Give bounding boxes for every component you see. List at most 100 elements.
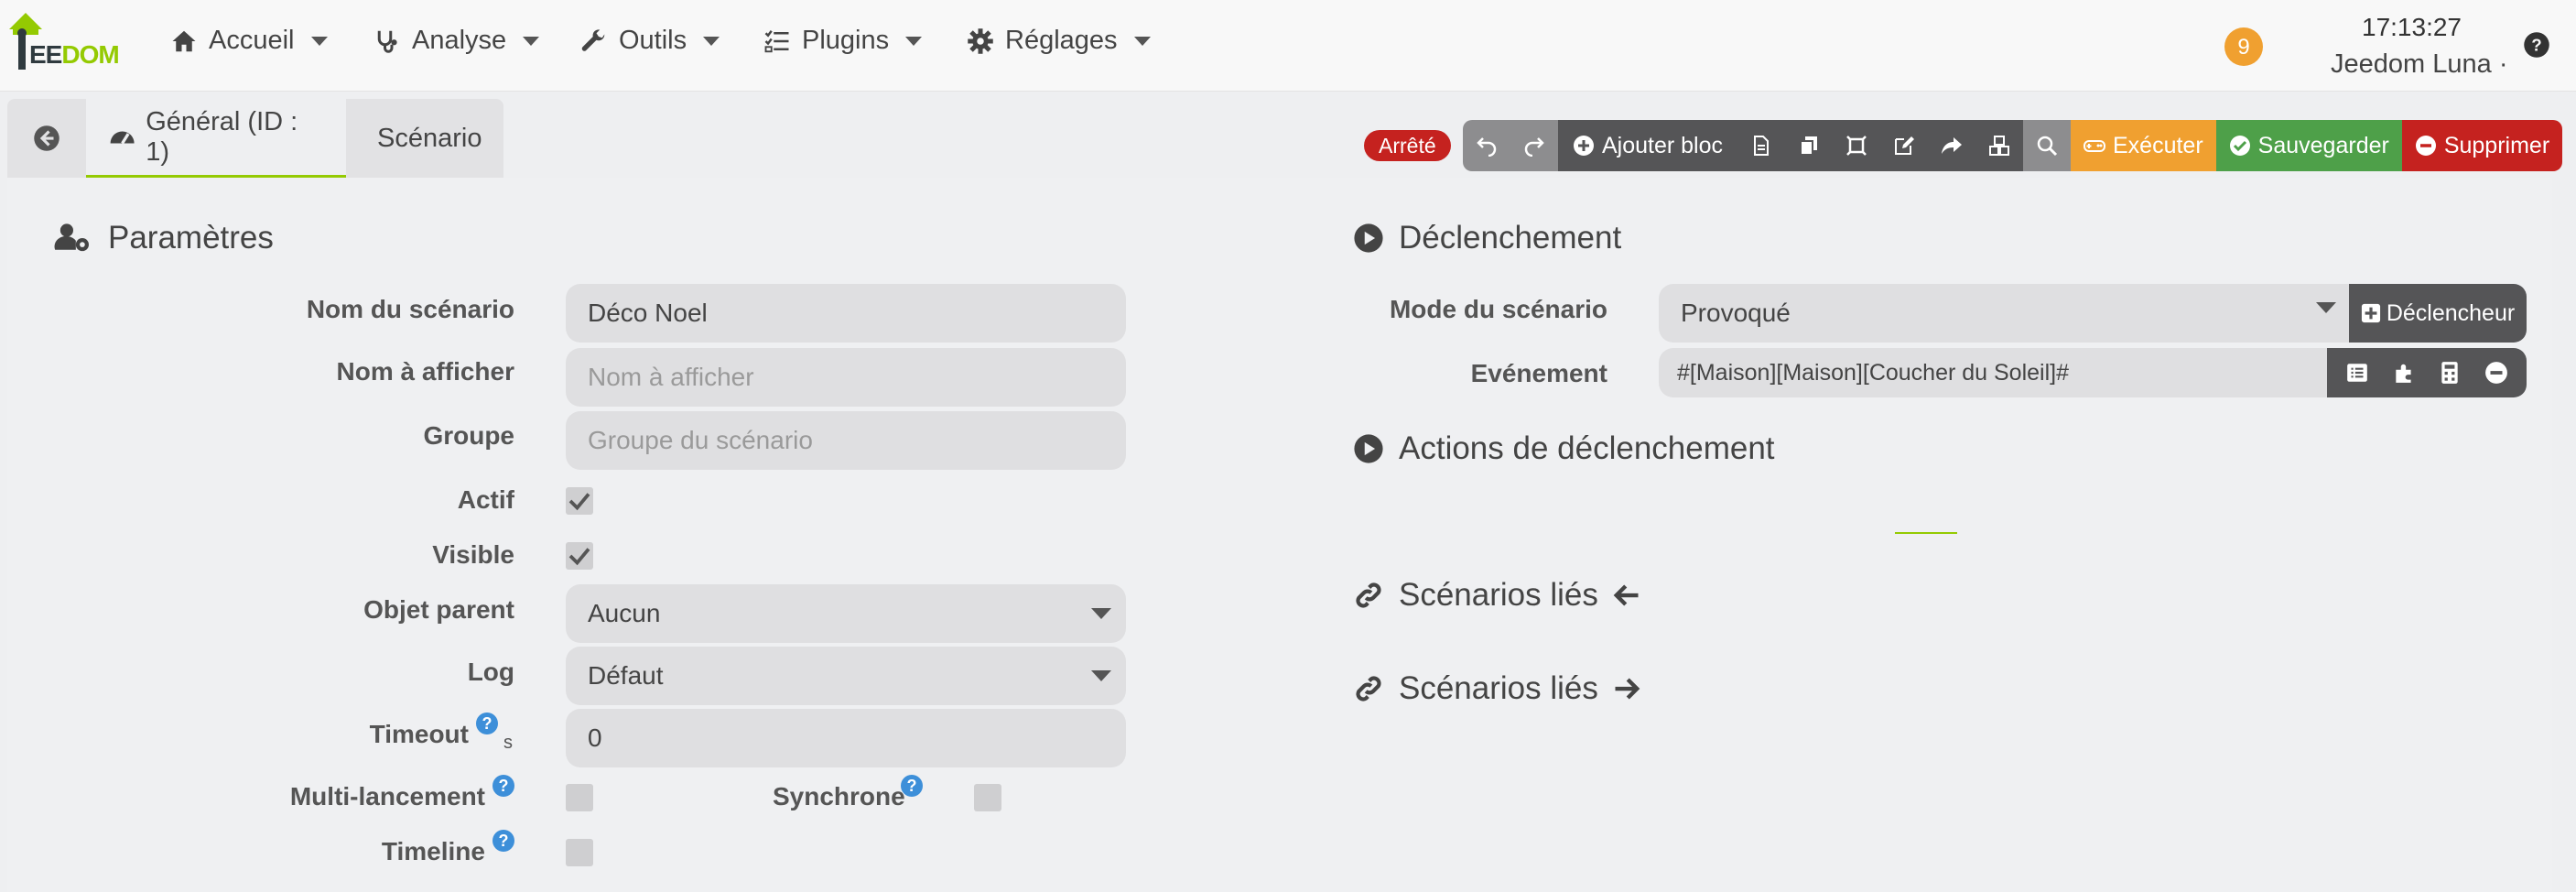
trigger-section-title: Déclenchement xyxy=(1353,220,1621,256)
add-block-button[interactable]: Ajouter bloc xyxy=(1558,120,1737,171)
active-checkbox[interactable] xyxy=(566,487,593,515)
user-suffix: · xyxy=(2498,49,2508,79)
edit-button[interactable] xyxy=(1880,120,1928,171)
parent-object-select[interactable]: Aucun xyxy=(566,584,1126,643)
puzzle-icon[interactable] xyxy=(2392,361,2416,385)
minus-circle-icon xyxy=(2415,136,2436,156)
timeout-unit: s xyxy=(503,733,513,753)
search-button[interactable] xyxy=(2023,120,2071,171)
check-circle-icon xyxy=(2229,136,2250,156)
display-name-label: Nom à afficher xyxy=(336,357,515,386)
gear-icon xyxy=(968,27,993,54)
visible-checkbox[interactable] xyxy=(566,542,593,570)
home-icon xyxy=(172,30,196,51)
checkmark-icon xyxy=(568,493,590,511)
checkmark-icon xyxy=(568,548,590,566)
user-name: Jeedom Luna xyxy=(2331,49,2492,79)
svg-text:?: ? xyxy=(2531,35,2541,54)
synchronous-checkbox[interactable] xyxy=(974,784,1001,811)
multi-launch-help-icon[interactable]: ? xyxy=(492,775,514,797)
parent-object-value: Aucun xyxy=(588,599,661,627)
execute-label: Exécuter xyxy=(2113,132,2203,158)
timeline-help-icon[interactable]: ? xyxy=(492,830,514,852)
dependencies-button[interactable] xyxy=(1975,120,2023,171)
back-button[interactable] xyxy=(7,99,86,178)
nav-plugins-label: Plugins xyxy=(802,26,890,55)
timeline-checkbox[interactable] xyxy=(566,839,593,866)
timeout-input[interactable]: 0 xyxy=(566,709,1126,767)
nav-accueil[interactable]: Accueil xyxy=(170,26,328,56)
save-label: Sauvegarder xyxy=(2257,132,2389,158)
redo-button[interactable] xyxy=(1510,120,1558,171)
display-name-input[interactable]: Nom à afficher xyxy=(566,348,1126,407)
export-button[interactable] xyxy=(1928,120,1975,171)
calculator-icon[interactable] xyxy=(2438,361,2462,385)
link-icon xyxy=(1356,582,1381,608)
dashboard-icon xyxy=(110,131,135,144)
scenario-mode-value: Provoqué xyxy=(1681,299,1791,327)
event-tools xyxy=(2327,348,2527,397)
add-trigger-button[interactable]: Déclencheur xyxy=(2349,284,2527,343)
nav-plugins[interactable]: Plugins xyxy=(763,26,923,56)
log-value: Défaut xyxy=(588,661,664,690)
synchronous-label: Synchrone xyxy=(773,782,905,810)
multi-launch-checkbox[interactable] xyxy=(566,784,593,811)
wrench-icon xyxy=(581,28,605,51)
nav-analyse-label: Analyse xyxy=(412,26,507,55)
add-action-divider xyxy=(1895,532,1957,534)
notification-badge[interactable]: 9 xyxy=(2224,27,2263,66)
help-icon[interactable]: ? xyxy=(2523,31,2550,59)
clock: 17:13:27 xyxy=(2362,13,2462,41)
tab-general[interactable]: Général (ID : 1) xyxy=(86,99,346,178)
group-input[interactable]: Groupe du scénario xyxy=(566,411,1126,470)
template-button[interactable] xyxy=(1833,120,1880,171)
minus-circle-icon[interactable] xyxy=(2484,361,2508,385)
plus-square-icon xyxy=(2361,303,2380,323)
duplicate-button[interactable] xyxy=(1785,120,1833,171)
tab-scenario-label: Scénario xyxy=(377,123,482,153)
log-select[interactable]: Défaut xyxy=(566,647,1126,705)
nav-analyse[interactable]: Analyse xyxy=(373,26,540,56)
chevron-down-icon xyxy=(2316,302,2336,313)
list-alt-icon[interactable] xyxy=(2345,361,2369,385)
linked-scenarios-out-label: Scénarios liés xyxy=(1399,670,1598,706)
scenario-toolbar: Ajouter bloc Exécuter Sauvegarder Suppri… xyxy=(1463,120,2563,171)
file-text-icon xyxy=(1754,136,1769,156)
save-button[interactable]: Sauvegarder xyxy=(2215,120,2402,171)
synchronous-help-icon[interactable]: ? xyxy=(901,775,923,797)
delete-button[interactable]: Supprimer xyxy=(2401,120,2563,171)
tab-scenario[interactable]: Scénario xyxy=(346,99,503,178)
visible-label: Visible xyxy=(432,540,514,569)
copy-icon xyxy=(1800,136,1817,156)
tab-general-label: Général (ID : 1) xyxy=(146,106,298,167)
chevron-down-icon xyxy=(523,36,540,46)
linked-scenarios-out-title: Scénarios liés xyxy=(1353,670,1640,707)
scenario-name-label: Nom du scénario xyxy=(306,295,514,323)
chevron-down-icon xyxy=(1091,608,1111,619)
plus-circle-icon xyxy=(1573,136,1594,156)
cubes-icon xyxy=(1989,136,2009,156)
log-button[interactable] xyxy=(1737,120,1785,171)
trigger-title: Déclenchement xyxy=(1399,220,1622,256)
scenario-name-input[interactable]: Déco Noel xyxy=(566,284,1126,343)
top-navbar: EEDOM Accueil Analyse Outils Plugins Rég… xyxy=(0,0,2576,92)
undo-button[interactable] xyxy=(1463,120,1510,171)
chevron-down-icon xyxy=(905,36,923,46)
nav-outils[interactable]: Outils xyxy=(580,26,720,56)
search-icon xyxy=(2037,136,2058,157)
multi-launch-label: Multi-lancement xyxy=(289,782,485,810)
tab-bar: Général (ID : 1) Scénario xyxy=(7,99,503,178)
jeedom-logo[interactable]: EEDOM xyxy=(7,11,135,73)
nav-accueil-label: Accueil xyxy=(209,26,295,55)
linked-scenarios-in-label: Scénarios liés xyxy=(1399,577,1598,613)
event-input[interactable]: #[Maison][Maison][Coucher du Soleil]# xyxy=(1659,348,2327,397)
scenario-mode-select[interactable]: Provoqué xyxy=(1659,284,2349,343)
scenario-mode-label: Mode du scénario xyxy=(1389,295,1607,323)
chevron-down-icon xyxy=(310,36,328,46)
user-menu[interactable]: Jeedom Luna · xyxy=(2331,49,2507,80)
timeout-help-icon[interactable]: ? xyxy=(476,713,498,734)
nav-outils-label: Outils xyxy=(619,26,687,55)
nav-reglages[interactable]: Réglages xyxy=(967,26,1151,56)
execute-button[interactable]: Exécuter xyxy=(2071,120,2216,171)
edit-icon xyxy=(1895,136,1914,155)
